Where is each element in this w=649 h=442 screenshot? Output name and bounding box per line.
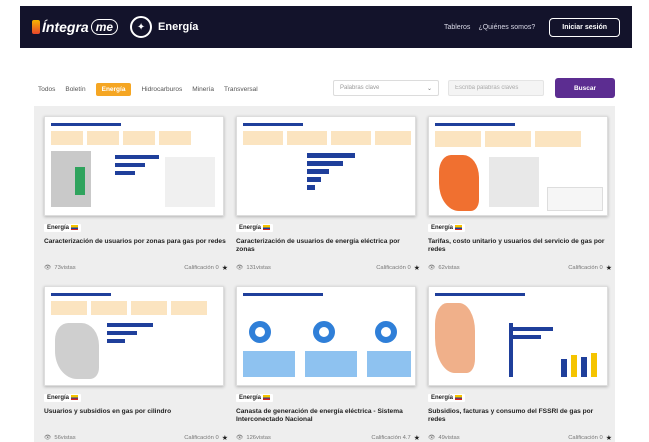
card-meta: 👁 131vistas Calificación 0 ★ [236,264,420,272]
card-title[interactable]: Canasta de generación de energía eléctri… [236,408,420,424]
card-meta: 👁 62vistas Calificación 0 ★ [428,264,612,272]
star-icon[interactable]: ★ [606,264,612,272]
star-icon[interactable]: ★ [606,434,612,442]
card-thumbnail[interactable] [236,116,416,216]
logo-me: me [90,19,119,35]
eye-icon: 👁 [428,435,436,442]
filter-mineria[interactable]: Minería [192,86,214,93]
colombia-flag-icon [71,395,79,400]
card-tag-label: Energía [239,225,262,232]
card-thumbnail[interactable] [236,286,416,386]
dashboard-card[interactable]: Energía Usuarios y subsidios en gas por … [44,286,228,442]
keywords-input-wrap [448,80,544,96]
card-views: 126vistas [246,435,271,442]
card-tag-label: Energía [239,395,262,402]
card-thumbnail[interactable] [44,286,224,386]
integrame-logo[interactable]: Íntegra me [32,19,119,35]
dashboard-card[interactable]: Energía Canasta de generación de energía… [236,286,420,442]
card-meta: 👁 56vistas Calificación 0 ★ [44,434,228,442]
logo-mark-icon [32,20,40,34]
filter-boletin[interactable]: Boletín [65,86,85,93]
dashboard-card[interactable]: Energía Tarifas, costo unitario y usuari… [428,116,612,272]
card-title[interactable]: Tarifas, costo unitario y usuarios del s… [428,238,612,254]
card-views: 73vistas [54,265,76,272]
card-rating: Calificación 0 [568,265,603,272]
government-seal-icon: ✦ [130,16,153,38]
card-meta: 👁 126vistas Calificación 4.7 ★ [236,434,420,442]
dashboard-card[interactable]: Energía Subsidios, facturas y consumo de… [428,286,612,442]
search-input[interactable] [455,85,537,91]
filter-bar: Todos Boletín Energía Hidrocarburos Mine… [38,78,618,99]
card-meta: 👁 49vistas Calificación 0 ★ [428,434,612,442]
card-rating: Calificación 0 [184,265,219,272]
dashboard-card[interactable]: Energía Caracterización de usuarios por … [44,116,228,272]
card-views: 131vistas [246,265,271,272]
filter-hidrocarburos[interactable]: Hidrocarburos [141,86,182,93]
card-title[interactable]: Caracterización de usuarios por zonas pa… [44,238,228,254]
colombia-flag-icon [71,225,79,230]
card-views: 62vistas [438,265,460,272]
keywords-select[interactable]: Palabras clave ⌄ [333,80,439,96]
card-tag: Energía [428,224,466,233]
brand-label: Energía [158,21,199,33]
filter-todos[interactable]: Todos [38,86,55,93]
colombia-flag-icon [455,395,463,400]
card-title[interactable]: Subsidios, facturas y consumo del FSSRI … [428,408,612,424]
keywords-select-value: Palabras clave [340,85,380,91]
eye-icon: 👁 [236,435,244,442]
card-thumbnail[interactable] [44,116,224,216]
card-title[interactable]: Caracterización de usuarios de energía e… [236,238,420,254]
card-tag: Energía [236,394,274,403]
eye-icon: 👁 [44,435,52,442]
colombia-flag-icon [263,395,271,400]
colombia-flag-icon [455,225,463,230]
card-tag: Energía [44,394,82,403]
nav-tableros[interactable]: Tableros [444,24,470,31]
card-rating: Calificación 0 [184,435,219,442]
card-rating: Calificación 0 [376,265,411,272]
top-navbar: Íntegra me ✦ Energía Tableros ¿Quiénes s… [20,6,632,48]
card-tag: Energía [44,224,82,233]
filter-transversal[interactable]: Transversal [224,86,258,93]
card-views: 56vistas [54,435,76,442]
card-tag-label: Energía [431,395,454,402]
eye-icon: 👁 [236,265,244,272]
card-thumbnail[interactable] [428,116,608,216]
card-tag: Energía [236,224,274,233]
eye-icon: 👁 [44,265,52,272]
search-button[interactable]: Buscar [555,78,615,98]
card-meta: 👁 73vistas Calificación 0 ★ [44,264,228,272]
card-thumbnail[interactable] [428,286,608,386]
card-rating: Calificación 0 [568,435,603,442]
logo-text: Íntegra [42,19,89,35]
card-tag-label: Energía [47,225,70,232]
card-tag-label: Energía [431,225,454,232]
star-icon[interactable]: ★ [222,264,228,272]
star-icon[interactable]: ★ [222,434,228,442]
star-icon[interactable]: ★ [414,264,420,272]
top-nav: Tableros ¿Quiénes somos? Iniciar sesión [444,17,620,37]
login-button[interactable]: Iniciar sesión [549,17,620,37]
star-icon[interactable]: ★ [414,434,420,442]
eye-icon: 👁 [428,265,436,272]
dashboard-grid: Energía Caracterización de usuarios por … [34,106,615,442]
filter-energia[interactable]: Energía [95,82,132,96]
colombia-flag-icon [263,225,271,230]
card-tag: Energía [428,394,466,403]
dashboard-card[interactable]: Energía Caracterización de usuarios de e… [236,116,420,272]
card-views: 49vistas [438,435,460,442]
nav-quienes-somos[interactable]: ¿Quiénes somos? [478,24,535,31]
card-title[interactable]: Usuarios y subsidios en gas por cilindro [44,408,228,424]
chevron-down-icon: ⌄ [426,85,432,92]
card-rating: Calificación 4.7 [371,435,411,442]
card-tag-label: Energía [47,395,70,402]
